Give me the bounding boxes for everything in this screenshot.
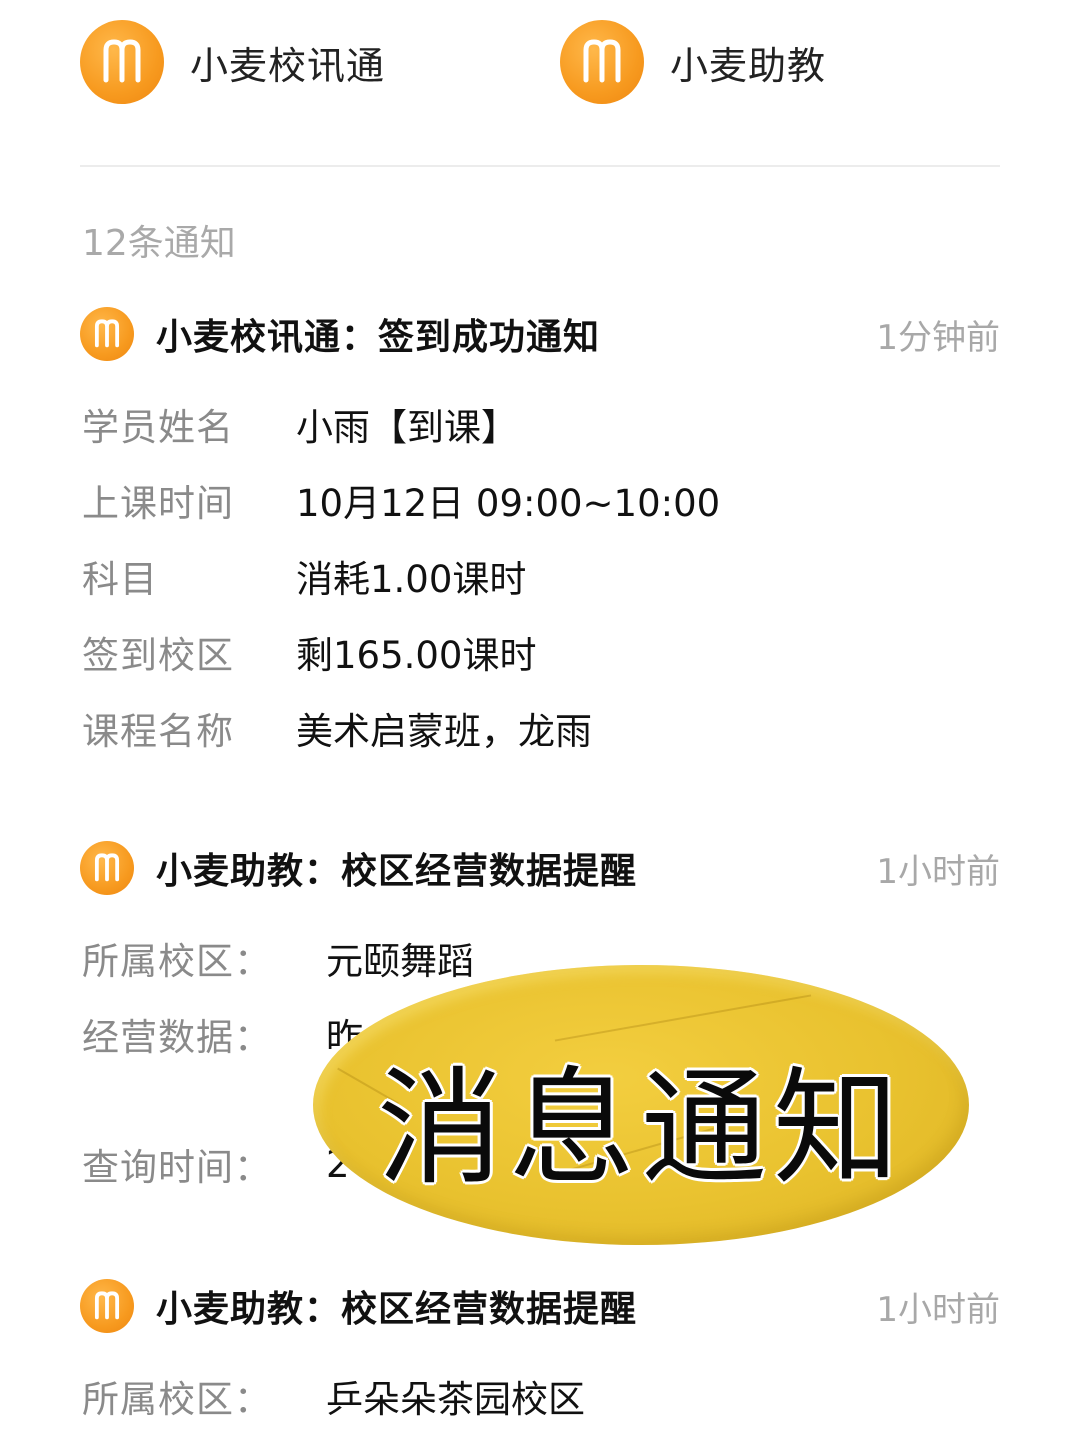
notification-count: 12条通知 — [82, 223, 236, 264]
notification-title: 小麦校讯通：签到成功通知 — [156, 317, 601, 358]
field-row: 所属校区： 元颐舞蹈 — [82, 928, 474, 988]
field-row: 上课时间 10月12日 09:00~10:00 — [82, 470, 720, 530]
field-label: 课程名称 — [82, 710, 234, 753]
field-row: 经营数据： 昨 — [82, 1004, 363, 1064]
field-label: 上课时间 — [82, 482, 234, 525]
notification-title: 小麦助教：校区经营数据提醒 — [156, 851, 638, 892]
field-row: 课程名称 美术启蒙班，龙雨 — [82, 698, 592, 758]
field-row: 签到校区 剩165.00课时 — [82, 622, 536, 682]
field-row: 查询时间： 2 — [82, 1134, 350, 1194]
field-label: 查询时间： — [82, 1146, 272, 1189]
field-value: 乒朵朵茶园校区 — [326, 1378, 585, 1421]
app-name: 小麦助教 — [670, 43, 827, 88]
field-value: 消耗1.00课时 — [296, 558, 527, 601]
field-label: 所属校区： — [82, 940, 272, 983]
divider — [80, 165, 1000, 167]
sticker-text: 消息通知 — [377, 1055, 905, 1202]
notification-time: 1分钟前 — [876, 317, 1000, 358]
notification-card[interactable]: 小麦助教：校区经营数据提醒 1小时前 所属校区： 乒朵朵茶园校区 — [80, 1276, 1000, 1421]
xiaomai-logo-icon — [80, 841, 134, 895]
field-row: 科目 消耗1.00课时 — [82, 546, 526, 606]
notification-title: 小麦助教：校区经营数据提醒 — [156, 1289, 638, 1330]
field-value: 小雨【到课】 — [296, 406, 518, 449]
app-name: 小麦校讯通 — [190, 43, 386, 88]
field-value: 美术启蒙班，龙雨 — [296, 710, 592, 753]
xiaomai-logo-icon — [560, 20, 644, 104]
notification-card[interactable]: 小麦校讯通：签到成功通知 1分钟前 学员姓名 小雨【到课】 上课时间 10月12… — [80, 304, 1000, 753]
field-value: 元颐舞蹈 — [326, 940, 474, 983]
field-label: 签到校区 — [82, 634, 234, 677]
xiaomai-logo-icon — [80, 1279, 134, 1333]
field-label: 科目 — [82, 558, 158, 601]
sticker-overlay: 消息通知 — [313, 965, 969, 1245]
field-label: 所属校区： — [82, 1378, 272, 1421]
field-label: 经营数据： — [82, 1016, 272, 1059]
field-row: 所属校区： 乒朵朵茶园校区 — [82, 1366, 585, 1426]
xiaomai-logo-icon — [80, 307, 134, 361]
field-label: 学员姓名 — [82, 406, 234, 449]
field-value: 剩165.00课时 — [296, 634, 537, 677]
notification-time: 1小时前 — [876, 851, 1000, 892]
app-xiaomai-zhujiao[interactable]: 小麦助教 — [560, 20, 826, 104]
notification-card[interactable]: 小麦助教：校区经营数据提醒 1小时前 所属校区： 元颐舞蹈 经营数据： 昨 查询… — [80, 838, 1000, 1189]
app-xiaomai-xiaoxuntong[interactable]: 小麦校讯通 — [80, 20, 385, 104]
notification-time: 1小时前 — [876, 1289, 1000, 1330]
xiaomai-logo-icon — [80, 20, 164, 104]
field-value: 10月12日 09:00~10:00 — [296, 482, 721, 525]
field-row: 学员姓名 小雨【到课】 — [82, 394, 518, 454]
